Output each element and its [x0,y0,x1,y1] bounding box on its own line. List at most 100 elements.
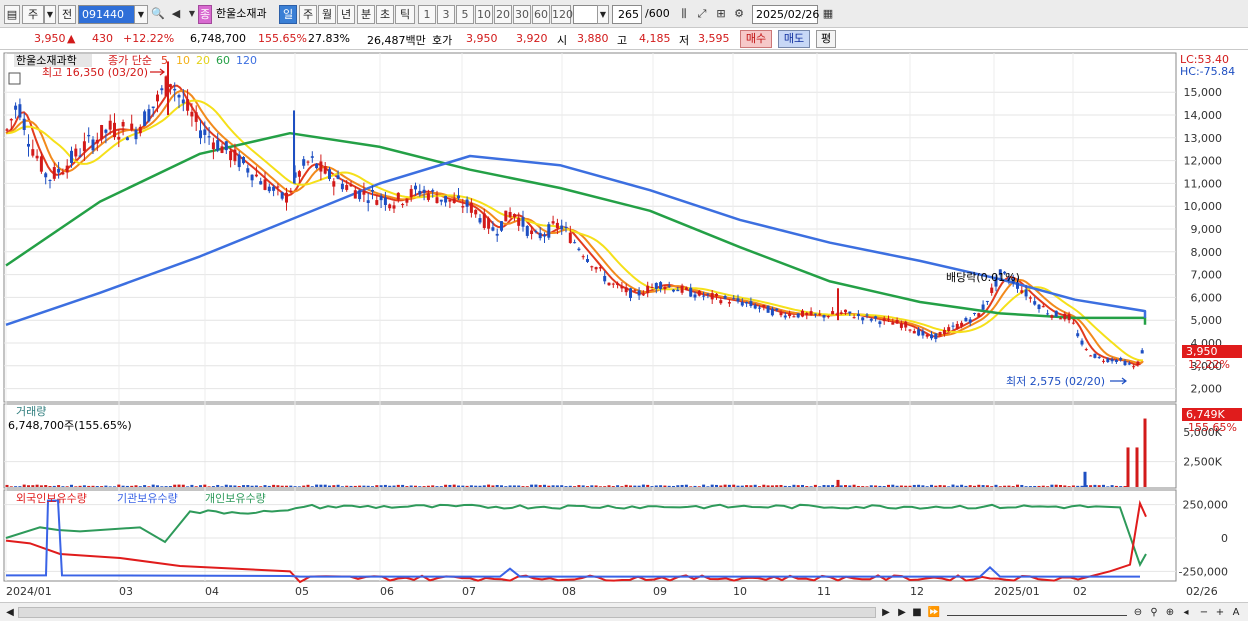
fast-forward-icon[interactable]: ⏩ [927,605,941,620]
volume-bar [435,486,439,487]
period-minute-tab[interactable]: 분 [357,5,375,24]
search-icon[interactable]: 🔍 [150,6,166,22]
stop-icon[interactable]: ■ [911,605,923,620]
volume-bar [930,484,933,487]
bottom-scrollbar[interactable]: ◀ ▶ ▶ ■ ⏩ ⊖ ⚲ ⊕ ◂ − + A [0,602,1248,621]
date-input[interactable]: 2025/02/26 [752,5,819,24]
chevron-down-icon[interactable]: ▼ [44,5,56,24]
calendar-icon[interactable]: ▦ [820,6,836,22]
candle-body [78,155,82,157]
compare-button[interactable]: 전 [58,5,76,24]
candle-body [603,275,607,282]
candle-body [560,225,564,230]
panel-menu-icon[interactable] [8,72,21,85]
chevron-down-icon[interactable]: ▼ [597,5,609,24]
grid-icon[interactable]: ⊞ [713,6,729,22]
price-tick-label: 12,000 [1184,155,1223,168]
auto-scale-icon[interactable]: A [1230,605,1242,620]
stock-code-input[interactable]: 091440 [78,5,136,24]
x-axis-label: 06 [380,585,394,598]
settings-icon[interactable]: ⚙ [731,6,747,22]
candle-body [457,195,460,199]
volume-bar [917,484,921,487]
volume-bar [190,484,194,487]
candle-body [113,122,116,138]
zoom-in-icon[interactable]: ⊕ [1164,605,1176,620]
play-icon[interactable]: ▶ [895,605,909,620]
draw-tool-icon[interactable]: ⤢ [694,6,710,22]
scroll-left-icon[interactable]: ◀ [4,605,16,620]
speaker-icon[interactable]: ◀ [168,6,184,22]
price-chart-svg[interactable]: 2,500K5,000K 250,0000-250,000 2,0003,000… [0,50,1248,602]
interval-3-button[interactable]: 3 [437,5,455,24]
buy-button[interactable]: 매수 [740,30,772,48]
candle-body [534,231,538,233]
candle-body [388,204,392,209]
scroll-track[interactable] [18,607,876,618]
zoom-slider[interactable] [947,608,1127,616]
candle-body [401,204,405,206]
candle-body [568,232,572,243]
candle-body [508,212,512,218]
candle-body [727,302,731,304]
volume-bar [568,485,572,487]
period-week-tab[interactable]: 주 [299,5,317,24]
count-input[interactable]: 265 [612,5,642,24]
candle-body [697,290,701,296]
scroll-right-icon[interactable]: ▶ [880,605,892,620]
minus-icon[interactable]: − [1198,605,1210,620]
volume-bar [328,485,331,487]
period-day-tab[interactable]: 일 [279,5,297,24]
interval-10-button[interactable]: 10 [475,5,493,24]
volume-bar [577,485,581,487]
volume-bar [530,484,534,487]
x-axis-label: 2024/01 [6,585,52,598]
interval-20-button[interactable]: 20 [494,5,512,24]
volume-bar [35,484,39,487]
candle-body [715,293,718,297]
volume-bar [736,485,740,487]
candle-body [887,318,890,320]
candle-body [517,217,521,226]
candle-body [285,192,288,203]
candle-body [199,130,202,139]
chart-area[interactable]: 2,500K 5,000K 250,000 0 -250,000 2,000 3,000… [0,50,1248,602]
chart-settings-icon[interactable]: ▤ [4,5,20,24]
candle-body [190,111,194,117]
interval-60-button[interactable]: 60 [532,5,550,24]
volume-bar [852,484,856,487]
candle-body [289,190,293,193]
plus-icon[interactable]: + [1214,605,1226,620]
period-month-tab[interactable]: 월 [318,5,336,24]
zoom-out-icon[interactable]: ⊖ [1132,605,1144,620]
volume-bar [134,485,138,487]
step-back-icon[interactable]: ◂ [1180,605,1192,620]
volume-bar [809,486,813,487]
volume-bar [74,486,78,487]
interval-120-button[interactable]: 120 [551,5,573,24]
period-tick-tab[interactable]: 틱 [395,5,415,24]
x-axis-label: 04 [205,585,219,598]
interval-1-button[interactable]: 1 [418,5,436,24]
candle-body [1071,322,1075,324]
period-type-button[interactable]: 주 [22,5,44,24]
candle-body [654,282,658,289]
candle-style-icon[interactable]: ⫼ [676,6,692,22]
volume-bar [504,486,508,487]
interval-30-button[interactable]: 30 [513,5,531,24]
period-year-tab[interactable]: 년 [337,5,355,24]
candle-body [973,313,976,315]
eval-button[interactable]: 평 [816,30,836,48]
sell-button[interactable]: 매도 [778,30,810,48]
code-dropdown-icon[interactable]: ▼ [134,5,148,24]
candle-body [409,188,413,198]
period-second-tab[interactable]: 초 [376,5,394,24]
volume-value-text: 6,748,700주(155.65%) [8,419,132,432]
price-change-pct: +12.22% [123,32,175,45]
volume-bar [934,485,938,487]
magnifier-icon[interactable]: ⚲ [1148,605,1160,620]
candle-body [749,301,753,306]
interval-5-button[interactable]: 5 [456,5,474,24]
volume-bar [1028,486,1032,487]
volume-bar [220,486,224,487]
